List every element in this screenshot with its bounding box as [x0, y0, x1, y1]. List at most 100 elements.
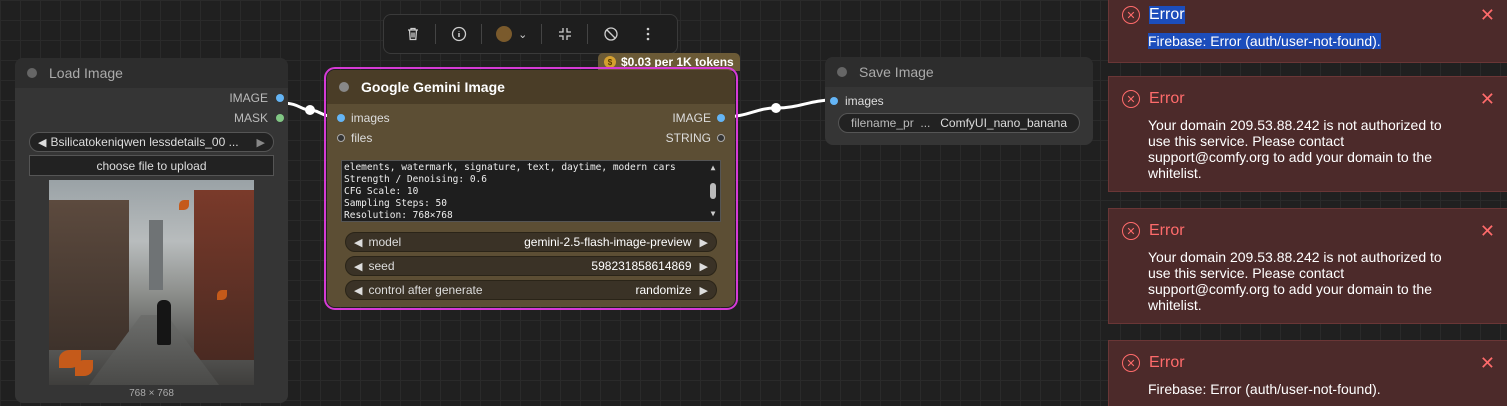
prompt-line: elements, watermark, signature, text, da… — [344, 162, 676, 173]
input-socket-icon[interactable] — [830, 97, 838, 105]
output-slot-image[interactable]: IMAGE — [15, 88, 288, 108]
widget-value: ComfyUI_nano_banana — [940, 116, 1067, 130]
output-slot-image[interactable]: IMAGE — [672, 111, 725, 125]
toast-title: Error — [1149, 6, 1185, 24]
upload-button[interactable]: choose file to upload — [29, 155, 274, 176]
toolbar-divider — [587, 24, 589, 44]
arrow-left-icon[interactable]: ◀ — [354, 260, 362, 273]
toast-message: Firebase: Error (auth/user-not-found). — [1148, 381, 1381, 397]
bypass-icon[interactable] — [596, 19, 626, 49]
toast-title: Error — [1149, 354, 1185, 371]
save-image-node[interactable]: Save Image images filename_pr ... ComfyU… — [825, 57, 1093, 145]
arrow-left-icon[interactable]: ◀ — [354, 284, 362, 297]
filename-prefix-field[interactable]: filename_pr ... ComfyUI_nano_banana — [838, 113, 1080, 133]
close-icon[interactable]: ✕ — [1480, 5, 1495, 26]
collapse-dot-icon[interactable] — [27, 68, 37, 78]
output-socket-icon[interactable] — [276, 114, 284, 122]
node-title: Save Image — [859, 64, 934, 80]
toast-title: Error — [1149, 222, 1185, 239]
collapse-icon[interactable] — [550, 19, 580, 49]
close-icon[interactable]: ✕ — [1480, 221, 1495, 242]
prompt-line: Sampling Steps: 50 — [344, 198, 447, 209]
slot-label: images — [351, 111, 390, 125]
image-preview — [49, 180, 254, 385]
slot-label: IMAGE — [672, 111, 711, 125]
image-file-combo[interactable]: ◀ Bsilicatokeniqwen lessdetails_00 ... ▶ — [29, 132, 274, 152]
more-icon[interactable] — [633, 19, 663, 49]
node-title-bar[interactable]: Save Image — [825, 57, 1093, 87]
control-after-generate-combo[interactable]: ◀ control after generate randomize ▶ — [345, 280, 717, 300]
price-badge: $ $0.03 per 1K tokens — [598, 53, 740, 71]
slot-label: STRING — [665, 131, 711, 145]
widget-value: gemini-2.5-flash-image-preview — [524, 235, 692, 249]
toast-message: Firebase: Error (auth/user-not-found). — [1148, 33, 1381, 49]
dollar-coin-icon: $ — [604, 56, 616, 68]
input-slot-images[interactable]: images — [825, 91, 1093, 111]
scroll-thumb[interactable] — [710, 183, 716, 199]
slot-label: images — [845, 94, 884, 108]
error-circle-x-icon: ✕ — [1122, 354, 1140, 372]
node-title-bar[interactable]: Google Gemini Image — [327, 70, 735, 104]
scroll-up-icon[interactable]: ▲ — [708, 163, 718, 173]
model-combo[interactable]: ◀ model gemini-2.5-flash-image-preview ▶ — [345, 232, 717, 252]
toast-title: Error — [1149, 90, 1185, 107]
error-toast: ✕ Error ✕ Firebase: Error (auth/user-not… — [1108, 340, 1507, 406]
color-swatch-icon — [496, 26, 513, 42]
slot-label: IMAGE — [229, 91, 268, 105]
node-title: Load Image — [49, 65, 123, 81]
error-toast: ✕ Error ✕ Your domain 209.53.88.242 is n… — [1108, 76, 1507, 192]
output-socket-icon[interactable] — [717, 114, 725, 122]
chevron-down-icon: ⌄ — [518, 28, 528, 41]
error-circle-x-icon: ✕ — [1122, 6, 1140, 24]
arrow-left-icon[interactable]: ◀ — [38, 136, 46, 149]
close-icon[interactable]: ✕ — [1480, 353, 1495, 374]
error-circle-x-icon: ✕ — [1122, 222, 1140, 240]
close-icon[interactable]: ✕ — [1480, 89, 1495, 110]
ellipsis: ... — [920, 116, 931, 130]
toolbar-divider — [435, 24, 437, 44]
widget-value: randomize — [635, 283, 692, 297]
error-toast: ✕ Error ✕ Your domain 209.53.88.242 is n… — [1108, 208, 1507, 324]
slot-row-images: images IMAGE — [327, 108, 735, 128]
scroll-down-icon[interactable]: ▼ — [708, 209, 718, 219]
widget-label: control after generate — [368, 283, 483, 297]
prompt-line: Strength / Denoising: 0.6 — [344, 174, 487, 185]
input-slot-images[interactable]: images — [337, 111, 390, 125]
toast-message: Your domain 209.53.88.242 is not authori… — [1148, 117, 1442, 181]
output-socket-icon[interactable] — [717, 134, 725, 142]
price-text: $0.03 per 1K tokens — [621, 55, 734, 69]
info-icon[interactable] — [444, 19, 474, 49]
widget-label: seed — [368, 259, 395, 273]
arrow-right-icon[interactable]: ▶ — [700, 260, 708, 273]
arrow-left-icon[interactable]: ◀ — [354, 236, 362, 249]
node-title-bar[interactable]: Load Image — [15, 58, 288, 88]
seed-number[interactable]: ◀ seed 598231858614869 ▶ — [345, 256, 717, 276]
input-socket-icon[interactable] — [337, 134, 345, 142]
color-picker-button[interactable]: ⌄ — [490, 19, 534, 49]
load-image-node[interactable]: Load Image IMAGE MASK ◀ Bsilicatokeniqwe… — [15, 58, 288, 403]
output-socket-icon[interactable] — [276, 94, 284, 102]
widget-label: model — [368, 235, 402, 249]
arrow-right-icon[interactable]: ▶ — [700, 284, 708, 297]
input-socket-icon[interactable] — [337, 114, 345, 122]
error-circle-x-icon: ✕ — [1122, 90, 1140, 108]
arrow-right-icon[interactable]: ▶ — [700, 236, 708, 249]
toolbar-divider — [481, 24, 483, 44]
collapse-dot-icon[interactable] — [837, 67, 847, 77]
prompt-textarea[interactable]: elements, watermark, signature, text, da… — [341, 160, 721, 222]
output-slot-mask[interactable]: MASK — [15, 108, 288, 128]
image-size-caption: 768 × 768 — [129, 388, 174, 399]
file-value: Bsilicatokeniqwen lessdetails_00 ... — [50, 135, 239, 149]
google-gemini-image-node[interactable]: Google Gemini Image images IMAGE files S… — [324, 67, 738, 310]
toast-message: Your domain 209.53.88.242 is not authori… — [1148, 249, 1442, 313]
trash-icon[interactable] — [398, 19, 428, 49]
output-slot-string[interactable]: STRING — [666, 131, 725, 145]
input-slot-files[interactable]: files — [337, 131, 372, 145]
arrow-right-icon[interactable]: ▶ — [257, 136, 265, 149]
slot-label: files — [351, 131, 373, 145]
error-toast: ✕ Error ✕ Firebase: Error (auth/user-not… — [1108, 0, 1507, 63]
prompt-line: CFG Scale: 10 — [344, 186, 419, 197]
collapse-dot-icon[interactable] — [339, 82, 349, 92]
textarea-scrollbar[interactable]: ▲ ▼ — [708, 163, 718, 221]
slot-row-files: files STRING — [327, 128, 735, 148]
